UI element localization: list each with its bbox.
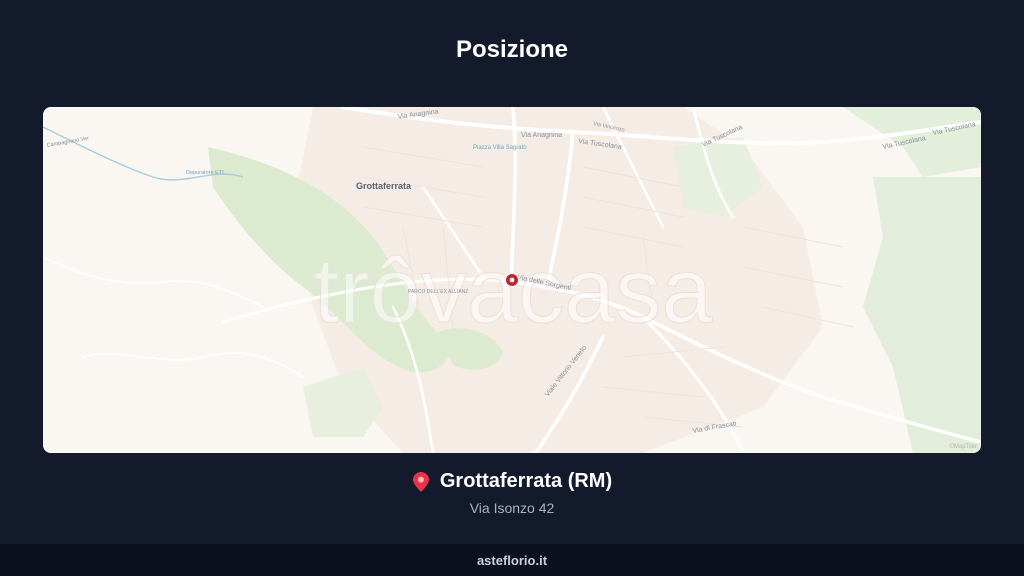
map-canvas[interactable]: trôvacasa Grottaferrata Via Anagnina Via… [43, 107, 981, 453]
map-pin-icon [412, 471, 430, 493]
location-marker[interactable] [504, 272, 520, 288]
location-header: Grottaferrata (RM) [0, 470, 1024, 493]
map-watermark: trôvacasa [314, 240, 714, 342]
street-label-via-anagnina-2: Via Anagnina [521, 132, 562, 139]
map-attribution[interactable]: ©MapTiler [949, 443, 977, 450]
page-title: Posizione [455, 36, 569, 63]
poi-label-park: PARCO DELL'EX ALLIANZ [408, 289, 468, 295]
map[interactable]: trôvacasa Grottaferrata Via Anagnina Via… [43, 107, 981, 453]
city-label: Grottaferrata [356, 181, 412, 191]
marker-center [509, 277, 515, 283]
location-address: Via Isonzo 42 [469, 500, 555, 516]
footer: asteflorio.it [0, 544, 1024, 576]
footer-brand[interactable]: asteflorio.it [477, 553, 547, 568]
poi-label-piazza: Piazza Villa Sagrato [473, 145, 527, 151]
poi-label-depuratore: Depuratore ETI [186, 170, 224, 176]
location-city: Grottaferrata (RM) [439, 470, 613, 492]
